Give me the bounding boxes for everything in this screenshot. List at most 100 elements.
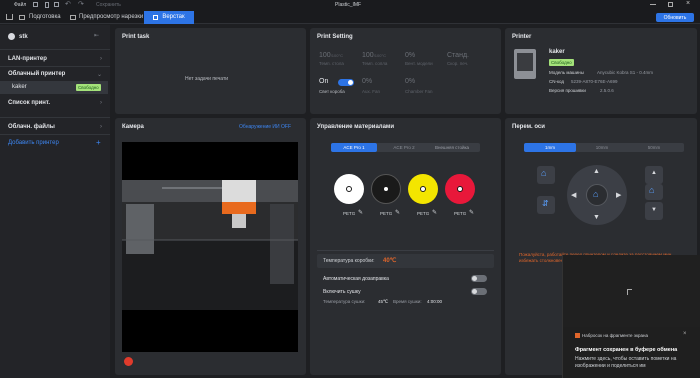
prepare-icon [19,15,25,20]
update-label: Обновить [663,14,687,21]
tab-device[interactable]: Верстак [144,11,194,24]
grid-icon[interactable] [33,2,38,7]
ace-tabs: ACE Pro 1 ACE Pro 2 Внешняя стойка [331,143,480,152]
home-icon: ⌂ [541,168,547,178]
z-home-button[interactable]: ⌂ [645,184,663,200]
divider [0,49,110,50]
snip-title: Фрагмент сохранен в буфере обмена [575,347,678,353]
spool-4-hole [457,186,463,192]
sidebar-item-print-list[interactable]: Список принт. [8,100,50,106]
collapse-icon[interactable]: ⇤ [94,32,99,39]
box-temp-value: 40℃ [383,258,397,264]
divider [0,66,110,67]
z-down-button[interactable]: ▼ [645,202,663,220]
maximize-icon[interactable] [668,2,673,7]
sidebar: stk ⇤ LAN-принтер › Облачный принтер ⌄ k… [0,25,110,378]
home-icon[interactable] [6,14,13,20]
chevron-right-icon: › [100,124,102,130]
home-z-button[interactable]: ⌂ [537,166,555,184]
drying-label: Включить сушку [323,289,361,295]
crop-icon [627,289,632,295]
auto-refill-toggle[interactable] [471,275,487,282]
close-icon[interactable]: × [686,0,690,7]
home-icon: ⌂ [593,189,599,199]
nozzle-temp-value: 100 [362,52,374,59]
xy-home-button[interactable]: ⌂ [586,184,608,206]
spool-1-type: PETG [343,211,356,216]
tab-ace-pro-2[interactable]: ACE Pro 2 [381,143,427,152]
aux-fan-label: Aux. Fan [362,89,381,94]
new-file-icon[interactable] [45,2,49,8]
sidebar-printer-row[interactable]: kaker Свободно [0,81,108,94]
model-label: Модель машины [549,70,584,75]
divider [0,117,110,118]
save-icon[interactable] [54,2,59,7]
model-fan[interactable]: 0% Вент. модели [405,52,433,66]
z-adjust-button[interactable]: ⇵ [537,196,555,214]
nozzle-temp[interactable]: 100/100°C Темп. сопла [362,52,387,66]
step-1mm[interactable]: 1mm [524,143,576,152]
sidebar-item-lan[interactable]: LAN-принтер [8,56,47,62]
light-toggle[interactable] [338,79,354,86]
xy-jog-pad[interactable]: ▲ ▼ ◀ ▶ ⌂ [567,165,627,225]
tab-external-rack[interactable]: Внешняя стойка [429,143,475,152]
arrow-down-icon[interactable]: ▼ [593,214,600,221]
preview-icon [70,15,76,20]
plus-icon[interactable]: + [96,138,101,147]
undo-icon[interactable]: ↶ [65,0,71,8]
update-button[interactable]: Обновить [656,13,694,22]
box-temp-row: Температура коробки: 40℃ [317,254,494,268]
divider [0,134,110,135]
tab-ace-pro-1[interactable]: ACE Pro 1 [331,143,377,152]
snip-toast[interactable]: Набросок на фрагменте экрана × Фрагмент … [562,255,700,378]
print-task-panel: Print task Нет задачи печати [115,28,306,114]
sidebar-item-cloud[interactable]: Облачный принтер [8,71,65,77]
file-menu[interactable]: Файл [14,2,26,8]
snip-body: Нажмите здесь, чтобы оставить пометки на… [575,356,677,369]
materials-panel: Управление материалами ACE Pro 1 ACE Pro… [310,118,501,375]
title-bar: Файл ↶ ↷ Сохранить Plastic_IMF × [0,0,700,10]
edit-icon[interactable]: ✎ [358,209,363,216]
user-avatar[interactable] [8,33,15,40]
bed-temp[interactable]: 100/100°C Темп. стола [319,52,344,66]
z-up-button[interactable]: ▲ [645,166,663,184]
edit-icon[interactable]: ✎ [395,209,400,216]
no-task-text: Нет задачи печати [185,76,229,82]
redo-icon[interactable]: ↷ [78,0,84,8]
step-10mm[interactable]: 10mm [576,143,628,152]
tab-preview[interactable]: Предпросмотр нарезки [70,12,143,23]
sidebar-item-cloud-files[interactable]: Облачн. файлы [8,124,55,130]
nozzle-temp-label: Темп. сопла [362,61,388,66]
close-icon[interactable]: × [683,331,687,337]
chevron-right-icon: › [100,56,102,62]
snip-preview [563,255,700,327]
edit-icon[interactable]: ✎ [469,209,474,216]
record-icon[interactable] [124,357,133,366]
edit-icon[interactable]: ✎ [432,209,437,216]
tab-device-label: Верстак [162,14,185,20]
aux-fan-value[interactable]: 0% [362,78,372,85]
arrow-up-icon[interactable]: ▲ [593,168,600,175]
window-title: Plastic_IMF [335,2,362,8]
axis-title: Перем. оси [512,124,545,130]
tab-prepare-label: Подготовка [29,14,61,20]
ai-detect-link[interactable]: Обнаружение ИИ OFF [239,124,291,130]
print-speed-label: Скор. печ. [447,61,469,66]
dry-temp-value[interactable]: 45℃ [378,299,388,305]
minimize-icon[interactable] [650,4,656,5]
status-badge: Свободно [76,84,101,91]
device-icon [153,15,159,20]
print-speed[interactable]: Станд. Скор. печ. [447,52,469,66]
add-printer-link[interactable]: Добавить принтер [8,140,59,146]
arrow-left-icon[interactable]: ◀ [571,191,576,199]
drying-toggle[interactable] [471,288,487,295]
arrow-right-icon[interactable]: ▶ [616,191,621,199]
dry-time-value[interactable]: 4:00:00 [427,299,442,304]
chevron-down-icon: ⌄ [96,72,102,78]
chevron-right-icon: › [100,100,102,106]
sn-value: 5239-A870-E76E-A699 [571,79,618,84]
step-50mm[interactable]: 50mm [628,143,680,152]
chamber-fan-value[interactable]: 0% [405,78,415,85]
tab-prepare[interactable]: Подготовка [19,12,61,23]
z-icon: ⇵ [542,199,549,208]
